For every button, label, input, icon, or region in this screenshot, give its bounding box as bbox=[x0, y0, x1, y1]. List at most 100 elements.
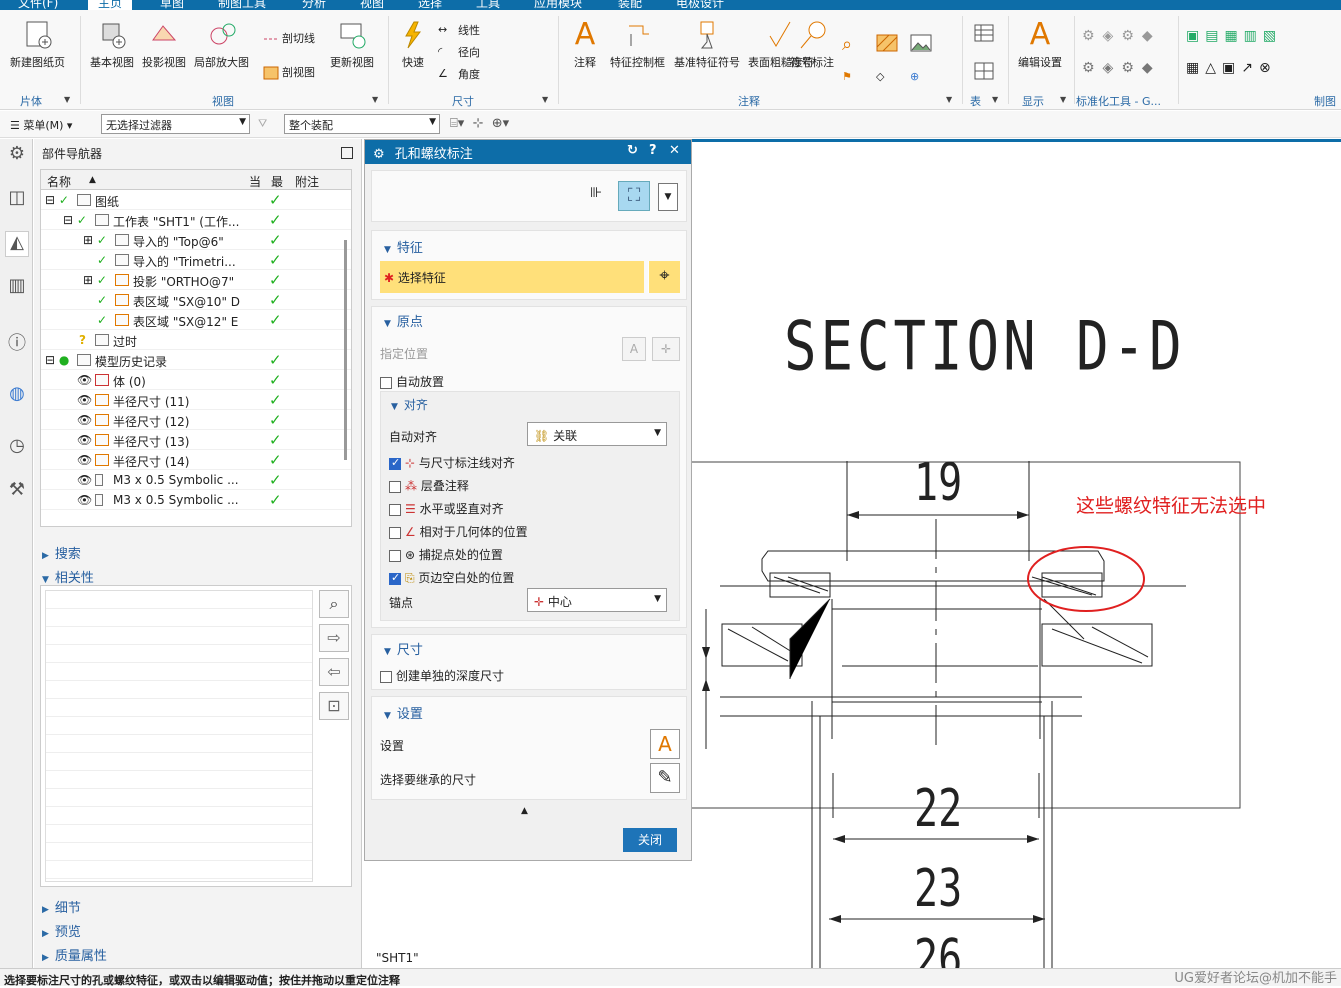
reset-icon[interactable]: ↻ bbox=[627, 143, 638, 158]
tree-row[interactable]: 👁 半径尺寸 (11) ✓ bbox=[41, 390, 351, 410]
gear-icon[interactable]: ⚙ bbox=[5, 143, 29, 169]
eye-icon[interactable]: 👁 bbox=[77, 473, 92, 487]
quick-dim-button[interactable]: 快速 bbox=[398, 20, 428, 70]
selection-filter-select[interactable]: 无选择过滤器 ▼ bbox=[101, 114, 250, 134]
close-button[interactable]: 关闭 bbox=[623, 828, 677, 852]
target-button[interactable]: ⊕ bbox=[910, 70, 930, 86]
note-button[interactable]: A 注释 bbox=[570, 20, 600, 70]
assembly-scope-select[interactable]: 整个装配 ▼ bbox=[284, 114, 440, 134]
feature-header[interactable]: ▼ 特征 bbox=[384, 237, 423, 256]
tree-row[interactable]: ⊟ ✓ 图纸 ✓ bbox=[41, 190, 351, 210]
settings-style-icon[interactable]: A bbox=[650, 729, 680, 759]
col-notes[interactable]: 附注 bbox=[295, 173, 319, 190]
filter-funnel-icon[interactable]: ⛛ bbox=[258, 117, 267, 131]
tools-icon[interactable]: ⚒ bbox=[5, 479, 29, 505]
update-view-button[interactable]: 更新视图 bbox=[330, 20, 374, 70]
edit-settings-button[interactable]: A 编辑设置 bbox=[1018, 20, 1062, 70]
align-dim-line-checkbox[interactable]: ⊹ 与尺寸标注线对齐 bbox=[389, 454, 515, 471]
tree-row[interactable]: ⊟ ✓ 工作表 "SHT1" (工作... ✓ bbox=[41, 210, 351, 230]
tree-row[interactable]: 👁 体 (0) ✓ bbox=[41, 370, 351, 390]
table-button[interactable] bbox=[974, 24, 994, 42]
anchor-select[interactable]: ✛ 中心 ▼ bbox=[527, 588, 667, 612]
tree-scrollbar[interactable] bbox=[344, 240, 347, 460]
arrow-right-icon[interactable]: ⇨ bbox=[319, 624, 349, 652]
search-section[interactable]: ▶ 搜索 bbox=[42, 543, 81, 562]
magnifier-annot-button[interactable]: ⌕ bbox=[842, 34, 862, 55]
tree-row[interactable]: 👁 M3 x 0.5 Symbolic ... ✓ bbox=[41, 470, 351, 490]
arrow-left-icon[interactable]: ⇦ bbox=[319, 658, 349, 686]
datum-button[interactable]: 基准特征符号 bbox=[674, 20, 740, 70]
origin-tool-icon[interactable]: A bbox=[622, 337, 646, 361]
thread-type-icon[interactable]: ⊪ bbox=[590, 185, 610, 205]
tree-row[interactable]: 👁 半径尺寸 (14) ✓ bbox=[41, 450, 351, 470]
new-sheet-button[interactable]: 新建图纸页 bbox=[10, 20, 65, 70]
search-icon[interactable]: ⌕ bbox=[319, 590, 349, 618]
menu-drafting-tools[interactable]: 制图工具 bbox=[218, 0, 266, 10]
projected-view-button[interactable]: 投影视图 bbox=[142, 20, 186, 70]
menu-tools[interactable]: 工具 bbox=[476, 0, 500, 10]
auto-align-select[interactable]: ⛓ 关联 ▼ bbox=[527, 422, 667, 446]
crosshair-icon[interactable]: ⌖ bbox=[648, 261, 680, 293]
std-tools-row1[interactable]: ⚙◈⚙◆ bbox=[1082, 28, 1161, 44]
dim-label-22[interactable]: 22 bbox=[914, 779, 962, 839]
maximize-icon[interactable] bbox=[341, 147, 353, 159]
menu-analysis[interactable]: 分析 bbox=[302, 0, 326, 10]
hole-type-icon[interactable]: ⛶ bbox=[618, 181, 650, 211]
auto-place-checkbox[interactable]: 自动放置 bbox=[380, 373, 444, 390]
hatch-button[interactable] bbox=[876, 34, 898, 52]
tree-row[interactable]: ✓ 导入的 "Trimetri... ✓ bbox=[41, 250, 351, 270]
align-header[interactable]: ▼ 对齐 bbox=[391, 396, 428, 413]
menu-home[interactable]: 主页 bbox=[88, 0, 133, 10]
col-name[interactable]: 名称 bbox=[47, 173, 71, 190]
extra-tools-row1[interactable]: ▣▤▦▥▧ bbox=[1186, 28, 1282, 44]
zoom-fit-icon[interactable]: ⊡ bbox=[319, 692, 349, 720]
eye-icon[interactable]: 👁 bbox=[77, 493, 92, 507]
chevron-down-icon[interactable]: ▼ bbox=[946, 95, 952, 104]
chevron-down-icon[interactable]: ▼ bbox=[542, 95, 548, 104]
assembly-nav-icon[interactable]: ◫ bbox=[5, 187, 29, 213]
settings-header[interactable]: ▼ 设置 bbox=[384, 703, 423, 722]
tree-row[interactable]: 👁 半径尺寸 (13) ✓ bbox=[41, 430, 351, 450]
origin-header[interactable]: ▼ 原点 bbox=[384, 311, 423, 330]
eye-icon[interactable]: 👁 bbox=[77, 373, 92, 387]
menu-select[interactable]: 选择 bbox=[418, 0, 442, 10]
col-latest[interactable]: 最 bbox=[271, 173, 283, 190]
section-view-button[interactable]: 剖视图 bbox=[262, 64, 315, 81]
tree-row[interactable]: ? 过时 bbox=[41, 330, 351, 350]
web-browser-icon[interactable]: ◍ bbox=[5, 383, 29, 409]
part-nav-icon[interactable]: ◭ bbox=[5, 231, 29, 257]
angular-dim-button[interactable]: ∠ 角度 bbox=[438, 66, 480, 83]
image-button[interactable] bbox=[910, 34, 932, 52]
select-feature-row[interactable]: ✱ 选择特征 bbox=[380, 261, 644, 293]
menu-view[interactable]: 视图 bbox=[360, 0, 384, 10]
reuse-library-icon[interactable]: ▥ bbox=[5, 275, 29, 301]
collapse-up-icon[interactable]: ▲ bbox=[521, 806, 528, 816]
base-view-button[interactable]: 基本视图 bbox=[90, 20, 134, 70]
eye-icon[interactable]: 👁 bbox=[77, 433, 92, 447]
chevron-down-icon[interactable]: ▼ bbox=[992, 95, 998, 104]
fcf-button[interactable]: 特征控制框 bbox=[610, 20, 665, 70]
tree-row[interactable]: ✓ 表区域 "SX@10" D ✓ bbox=[41, 290, 351, 310]
menu-applications[interactable]: 应用模块 bbox=[534, 0, 582, 10]
eye-icon[interactable]: 👁 bbox=[77, 453, 92, 467]
chevron-down-icon[interactable]: ▼ bbox=[1060, 95, 1066, 104]
chevron-down-icon[interactable]: ▼ bbox=[372, 95, 378, 104]
sort-up-icon[interactable]: ▲ bbox=[89, 175, 96, 185]
drawing-canvas[interactable]: SECTION D-D 19 22 23 26 这些螺纹特征无法选中 "SHT1… bbox=[376, 139, 1341, 980]
mass-properties-section[interactable]: ▶ 质量属性 bbox=[42, 945, 107, 964]
help-icon[interactable]: ? bbox=[649, 143, 657, 158]
extra-tools-row2[interactable]: ▦△▣↗⊗ bbox=[1186, 60, 1277, 76]
history-clock-icon[interactable]: ◷ bbox=[5, 435, 29, 461]
point-dialog-icon[interactable]: ✛ bbox=[652, 337, 680, 361]
close-icon[interactable]: ✕ bbox=[669, 143, 680, 158]
std-tools-row2[interactable]: ⚙◈⚙◆ bbox=[1082, 60, 1161, 76]
tree-row[interactable]: ⊟ ● 模型历史记录 ✓ bbox=[41, 350, 351, 370]
table-add-button[interactable] bbox=[974, 62, 994, 80]
menu-assembly[interactable]: 装配 bbox=[618, 0, 642, 10]
section-line-button[interactable]: 剖切线 bbox=[262, 30, 315, 47]
margin-position-checkbox[interactable]: ⎘ 页边空白处的位置 bbox=[389, 569, 514, 586]
tree-row[interactable]: ✓ 表区域 "SX@12" E ✓ bbox=[41, 310, 351, 330]
tree-row[interactable]: ⊞ ✓ 导入的 "Top@6" ✓ bbox=[41, 230, 351, 250]
info-icon[interactable]: ⓘ bbox=[5, 329, 29, 355]
menu-button[interactable]: ☰ 菜单(M) ▾ bbox=[10, 117, 72, 133]
